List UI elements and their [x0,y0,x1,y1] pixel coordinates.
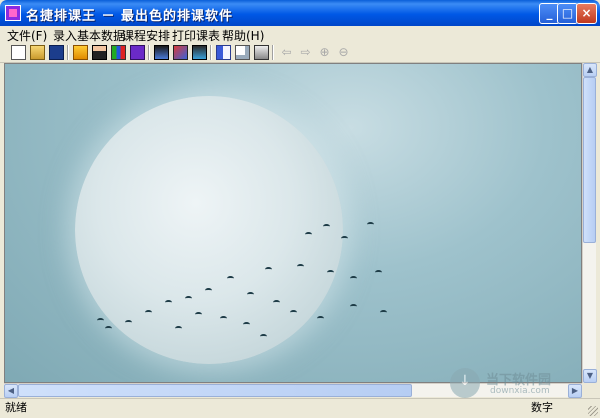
watermark: 当下软件园 downxia.com [450,368,590,398]
home-icon[interactable] [73,45,88,60]
menu-print-schedule[interactable]: 打印课表 [172,27,220,44]
toolbar-separator [67,45,69,60]
menu-basic-data[interactable]: 录入基本数据 [53,27,125,44]
status-bar: 就绪 数字 [0,398,600,418]
arrow-left-icon[interactable]: ⇦ [279,45,294,60]
download-icon [450,368,480,398]
class-grid-icon[interactable] [111,45,126,60]
close-button[interactable]: × [576,3,597,24]
numlock-indicator: 数字 [531,401,553,414]
toolbar-separator [272,45,274,60]
title-bar[interactable]: 名捷排课王 － 最出色的排课软件 _ □ × [0,0,600,26]
menu-course-arrange[interactable]: 课程安排 [122,27,170,44]
menu-file[interactable]: 文件(F) [7,27,47,44]
app-window: 名捷排课王 － 最出色的排课软件 _ □ × 文件(F) 录入基本数据 课程安排… [0,0,600,418]
teacher-icon[interactable] [92,45,107,60]
save-disk-icon[interactable] [49,45,64,60]
document-view[interactable] [4,63,582,383]
app-icon[interactable] [5,5,21,21]
vertical-scrollbar[interactable]: ▲ ▼ [582,63,597,383]
maximize-button[interactable]: □ [557,3,578,24]
printer-icon[interactable] [254,45,269,60]
schedule-icon[interactable] [154,45,169,60]
toolbar: ⇦ ⇨ ⊕ ⊖ [0,44,600,63]
toolbar-separator [210,45,212,60]
scroll-left-arrow-icon[interactable]: ◀ [4,384,18,398]
menu-help[interactable]: 帮助(H) [222,27,264,44]
watermark-sub: downxia.com [490,386,550,396]
calendar-icon[interactable] [173,45,188,60]
toolbar-separator [148,45,150,60]
student-icon[interactable] [130,45,145,60]
window-title: 名捷排课王 － 最出色的排课软件 [26,9,234,24]
vertical-scroll-thumb[interactable] [583,77,596,243]
menu-bar: 文件(F) 录入基本数据 课程安排 打印课表 帮助(H) [0,26,600,44]
status-text: 就绪 [5,401,27,414]
arrow-right-icon[interactable]: ⇨ [298,45,313,60]
book-icon[interactable] [216,45,231,60]
open-folder-icon[interactable] [30,45,45,60]
report-icon[interactable] [192,45,207,60]
moon-image [75,96,343,364]
print-preview-icon[interactable] [235,45,250,60]
resize-grip-icon[interactable] [588,406,598,416]
scroll-up-arrow-icon[interactable]: ▲ [583,63,597,77]
new-file-icon[interactable] [11,45,26,60]
zoom-out-icon[interactable]: ⊖ [336,45,351,60]
horizontal-scroll-thumb[interactable] [18,384,412,397]
zoom-in-icon[interactable]: ⊕ [317,45,332,60]
